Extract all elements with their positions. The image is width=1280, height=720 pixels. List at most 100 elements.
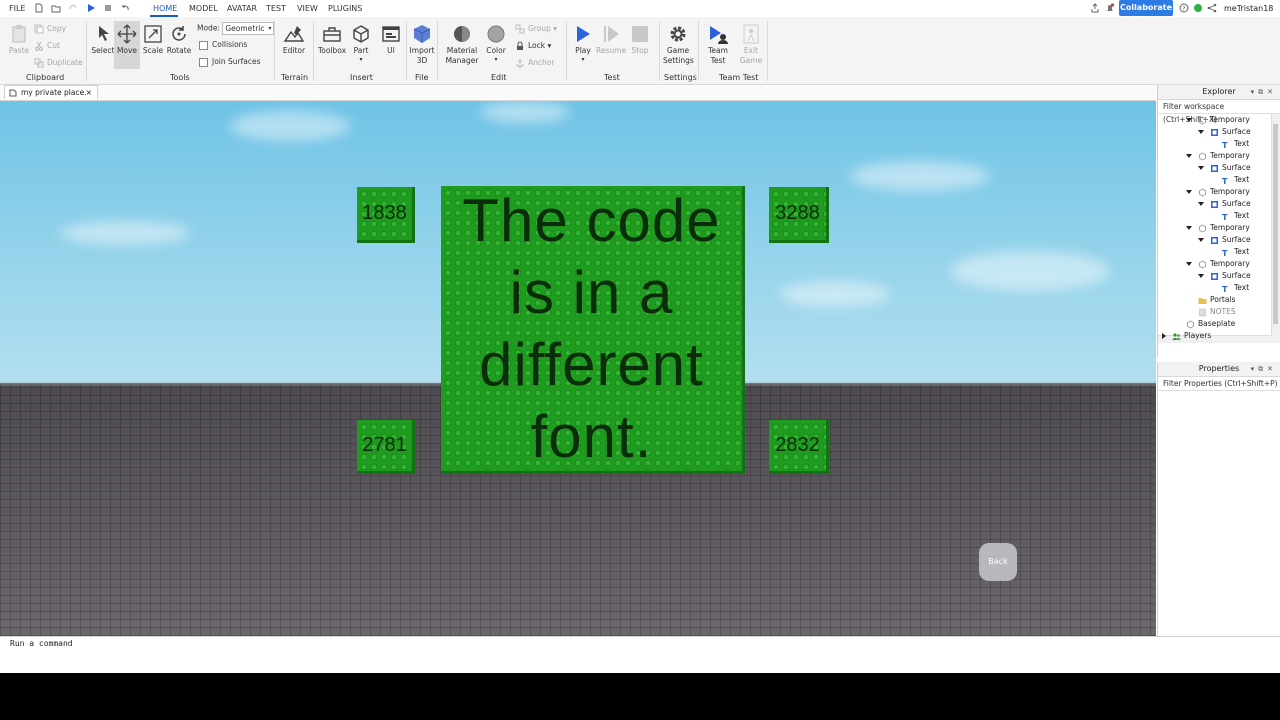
explorer-tree-item[interactable]: Temporary <box>1186 150 1250 162</box>
import-3d-button[interactable]: Import 3D <box>407 23 437 66</box>
chevron-down-icon[interactable] <box>1198 166 1204 170</box>
explorer-tree-item[interactable]: T Text <box>1210 282 1249 294</box>
document-tab[interactable]: my private place. × <box>4 85 98 99</box>
code-block-bottom-left[interactable]: 2781 <box>357 420 415 474</box>
explorer-tree-item[interactable]: Players <box>1162 330 1211 342</box>
chevron-down-icon[interactable] <box>1198 274 1204 278</box>
group-button[interactable]: Group ▾ <box>515 23 557 35</box>
redo-disabled-icon[interactable] <box>68 3 78 13</box>
explorer-tree-item[interactable]: Baseplate <box>1174 318 1235 330</box>
notification-bell-icon[interactable] <box>1105 3 1115 13</box>
properties-filter-input[interactable]: Filter Properties (Ctrl+Shift+P) <box>1158 377 1280 391</box>
code-block-bottom-right[interactable]: 2832 <box>769 420 829 474</box>
explorer-tree-item[interactable]: T Text <box>1210 174 1249 186</box>
cut-button[interactable]: Cut <box>34 40 60 52</box>
explorer-tree-item[interactable]: Surface <box>1198 198 1251 210</box>
chevron-down-icon[interactable] <box>1186 190 1192 194</box>
part-button[interactable]: Part ▾ <box>346 23 376 63</box>
menu-avatar[interactable]: AVATAR <box>227 4 257 13</box>
explorer-tree-item[interactable]: Temporary <box>1186 222 1250 234</box>
ribbon-separator <box>274 21 275 81</box>
paste-button[interactable]: Paste <box>4 23 34 56</box>
chevron-down-icon[interactable] <box>1198 202 1204 206</box>
menu-test[interactable]: TEST <box>266 4 286 13</box>
exit-game-button[interactable]: Exit Game <box>736 23 766 66</box>
explorer-tree-item[interactable]: Surface <box>1198 162 1251 174</box>
help-icon[interactable]: ? <box>1179 3 1189 13</box>
chevron-down-icon[interactable] <box>1186 262 1192 266</box>
collaborate-button[interactable]: Collaborate <box>1119 0 1173 16</box>
code-block-top-right[interactable]: 3288 <box>769 187 829 243</box>
toolbox-button[interactable]: Toolbox <box>317 23 347 56</box>
explorer-tree-item[interactable]: T Text <box>1210 246 1249 258</box>
team-test-button[interactable]: Team Test <box>703 23 733 66</box>
share-icon[interactable] <box>1090 3 1100 13</box>
explorer-tree-item[interactable]: Temporary <box>1186 186 1250 198</box>
ui-button[interactable]: UI <box>376 23 406 56</box>
group-label-insert: Insert <box>350 73 373 82</box>
resume-button[interactable]: Resume <box>596 23 626 56</box>
command-bar-input[interactable]: Run a command <box>0 636 1280 650</box>
menu-model[interactable]: MODEL <box>189 4 218 13</box>
chevron-down-icon[interactable] <box>1186 226 1192 230</box>
code-block-top-left[interactable]: 1838 <box>357 187 415 243</box>
chevron-down-icon[interactable] <box>1186 154 1192 158</box>
tree-item-label: Text <box>1234 211 1250 220</box>
chevron-down-icon[interactable] <box>1198 238 1204 242</box>
explorer-tree-item[interactable]: Temporary <box>1186 258 1250 270</box>
panel-window-controls[interactable]: ▾⧉✕ <box>1251 85 1277 99</box>
explorer-header: Explorer ▾⧉✕ <box>1158 85 1280 100</box>
open-file-icon[interactable] <box>51 3 61 13</box>
explorer-tree-item[interactable]: Temporary <box>1186 114 1250 126</box>
play-button[interactable]: Play ▾ <box>568 23 598 63</box>
game-settings-button[interactable]: Game Settings <box>663 23 694 66</box>
explorer-filter-input[interactable]: Filter workspace (Ctrl+Shift+X) <box>1158 100 1280 124</box>
3d-viewport[interactable]: The code is in a different font. 1838 32… <box>0 101 1156 636</box>
stop-quick-icon[interactable] <box>103 3 113 13</box>
anchor-button[interactable]: Anchor <box>515 57 554 69</box>
explorer-tree-item[interactable]: T Text <box>1210 210 1249 222</box>
menu-home[interactable]: HOME <box>153 4 177 13</box>
rotate-tool-button[interactable]: Rotate <box>164 23 194 56</box>
menu-file[interactable]: FILE <box>9 4 25 13</box>
explorer-tree-item[interactable]: Surface <box>1198 126 1251 138</box>
lock-button[interactable]: Lock ▾ <box>515 40 551 52</box>
explorer-tree-item[interactable]: Surface <box>1198 270 1251 282</box>
join-surfaces-toggle[interactable]: Join Surfaces <box>199 56 261 68</box>
big-sign-part[interactable]: The code is in a different font. <box>441 186 745 474</box>
stop-button[interactable]: Stop <box>625 23 655 56</box>
back-button[interactable]: Back <box>979 543 1017 581</box>
chevron-right-icon[interactable] <box>1162 333 1166 339</box>
move-tool-button[interactable]: Move <box>114 21 140 69</box>
explorer-tree-item[interactable]: NOTES <box>1186 306 1236 318</box>
chevron-down-icon[interactable] <box>1186 118 1192 122</box>
material-manager-button[interactable]: Material Manager <box>444 23 480 66</box>
explorer-tree-item[interactable]: Surface <box>1198 234 1251 246</box>
share-network-icon[interactable] <box>1207 3 1217 13</box>
duplicate-button[interactable]: Duplicate <box>34 57 83 69</box>
play-quick-icon[interactable] <box>86 3 96 13</box>
explorer-tree-item[interactable]: Portals <box>1186 294 1235 306</box>
close-tab-icon[interactable]: × <box>86 86 92 100</box>
panel-window-controls[interactable]: ▾⧉✕ <box>1251 362 1277 376</box>
collisions-toggle[interactable]: Collisions <box>199 39 247 51</box>
terrain-editor-button[interactable]: Editor <box>279 23 309 56</box>
join-surfaces-checkbox[interactable] <box>199 57 208 67</box>
undo-icon[interactable] <box>120 3 130 13</box>
collisions-checkbox[interactable] <box>199 40 208 50</box>
model-icon <box>1186 319 1195 329</box>
menu-plugins[interactable]: PLUGINS <box>328 4 362 13</box>
username-label[interactable]: meTristan18 <box>1224 4 1273 13</box>
scrollbar-thumb[interactable] <box>1273 124 1278 324</box>
copy-button[interactable]: Copy <box>34 23 66 35</box>
ribbon-separator <box>767 21 768 81</box>
explorer-scrollbar[interactable] <box>1271 114 1280 343</box>
chevron-down-icon[interactable] <box>1198 130 1204 134</box>
color-button[interactable]: Color ▾ <box>481 23 511 63</box>
menu-view[interactable]: VIEW <box>297 4 318 13</box>
explorer-tree-item[interactable]: T Text <box>1210 138 1249 150</box>
chevron-down-icon: ▾ <box>268 25 272 32</box>
group-label-terrain: Terrain <box>281 73 309 82</box>
new-file-icon[interactable] <box>34 3 44 13</box>
mode-dropdown[interactable]: Geometric ▾ <box>222 22 275 35</box>
